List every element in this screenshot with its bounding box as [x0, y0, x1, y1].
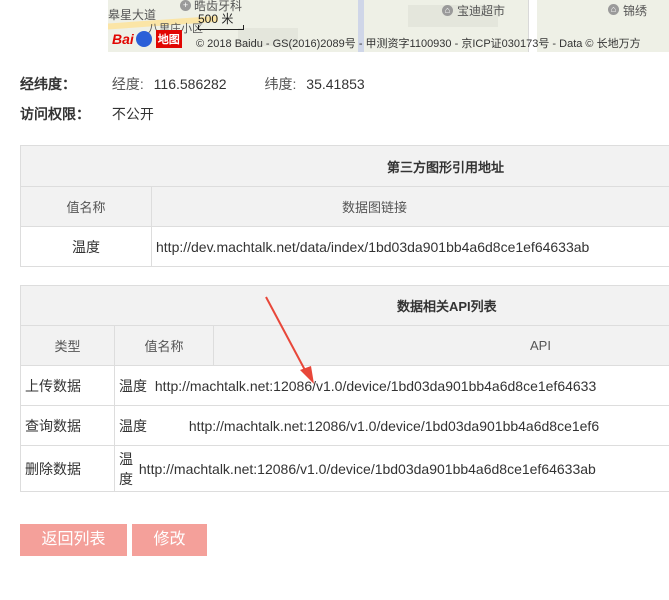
access-label: 访问权限： [20, 106, 90, 122]
column-header-value-name: 值名称 [114, 325, 214, 366]
baidu-paw-icon [135, 31, 152, 47]
map-scale-bar [198, 25, 244, 30]
column-header-api: API [213, 325, 669, 366]
map-label-poi: 锦绣 [623, 4, 648, 18]
api-table-title: 数据相关API列表 [397, 299, 497, 314]
value-name-cell: 温度 [119, 377, 147, 394]
api-row-content: 温度 http://machtalk.net:12086/v1.0/device… [114, 445, 669, 492]
longitude-value: 116.586282 [153, 76, 227, 92]
table-row: 删除数据 温度 http://machtalk.net:12086/v1.0/d… [20, 445, 669, 492]
baidu-logo[interactable]: Bai 地图 [112, 30, 182, 48]
latitude-key: 纬度: [264, 76, 297, 92]
api-list-table: 数据相关API列表 类型 值名称 API 上传数据 温度 http://mach… [20, 285, 669, 492]
chart-link-table: 第三方图形引用地址 值名称 数据图链接 温度 http://dev.machta… [20, 145, 669, 267]
api-row-content: 温度 http://machtalk.net:12086/v1.0/device… [114, 405, 669, 446]
baidu-map[interactable]: 皋星大道 + 晧齿牙科 八里庄小区 ⌂ 宝迪超市 ⌂ 锦绣 500 米 Bai 地… [108, 0, 669, 52]
chart-link-table-title: 第三方图形引用地址 [387, 159, 505, 175]
api-url-cell[interactable]: http://machtalk.net:12086/v1.0/device/1b… [139, 461, 596, 477]
dentist-poi-icon: + [180, 0, 191, 11]
table-caption: 数据相关API列表 [20, 285, 669, 326]
column-header-type: 类型 [20, 325, 115, 366]
coords-row: 经纬度： 经度: 116.586282 纬度: 35.41853 [20, 74, 365, 94]
table-row: 查询数据 温度 http://machtalk.net:12086/v1.0/d… [20, 405, 669, 446]
baidu-logo-text: Bai [112, 31, 134, 47]
table-row: 上传数据 温度 http://machtalk.net:12086/v1.0/d… [20, 365, 669, 406]
type-cell: 上传数据 [20, 365, 115, 406]
value-name-cell: 温度 [20, 226, 152, 267]
access-row: 访问权限： 不公开 [20, 104, 154, 124]
column-header-value-name: 值名称 [20, 186, 152, 227]
type-cell: 查询数据 [20, 405, 115, 446]
table-caption: 第三方图形引用地址 [20, 145, 669, 187]
type-cell: 删除数据 [20, 445, 115, 492]
table-row: 温度 http://dev.machtalk.net/data/index/1b… [20, 226, 669, 267]
poi-icon: ⌂ [608, 4, 619, 15]
latitude-value: 35.41853 [306, 76, 365, 92]
edit-button[interactable]: 修改 [132, 524, 207, 556]
back-to-list-button[interactable]: 返回列表 [20, 524, 127, 556]
column-header-chart-link: 数据图链接 [151, 186, 669, 227]
value-name-cell: 温度 [119, 450, 133, 487]
coords-label: 经纬度： [20, 76, 76, 92]
chart-link-cell[interactable]: http://dev.machtalk.net/data/index/1bd03… [151, 226, 669, 267]
baidu-logo-ditu: 地图 [155, 30, 182, 48]
api-url-cell[interactable]: http://machtalk.net:12086/v1.0/device/1b… [189, 418, 599, 434]
api-row-content: 温度 http://machtalk.net:12086/v1.0/device… [114, 365, 669, 406]
access-value: 不公开 [111, 106, 154, 122]
longitude-key: 经度: [111, 76, 144, 92]
map-label-supermarket: 宝迪超市 [457, 4, 506, 18]
map-copyright: © 2018 Baidu - GS(2016)2089号 - 甲测资字11009… [196, 38, 641, 50]
supermarket-poi-icon: ⌂ [442, 5, 453, 16]
value-name-cell: 温度 [119, 417, 147, 434]
api-url-cell[interactable]: http://machtalk.net:12086/v1.0/device/1b… [155, 378, 596, 394]
